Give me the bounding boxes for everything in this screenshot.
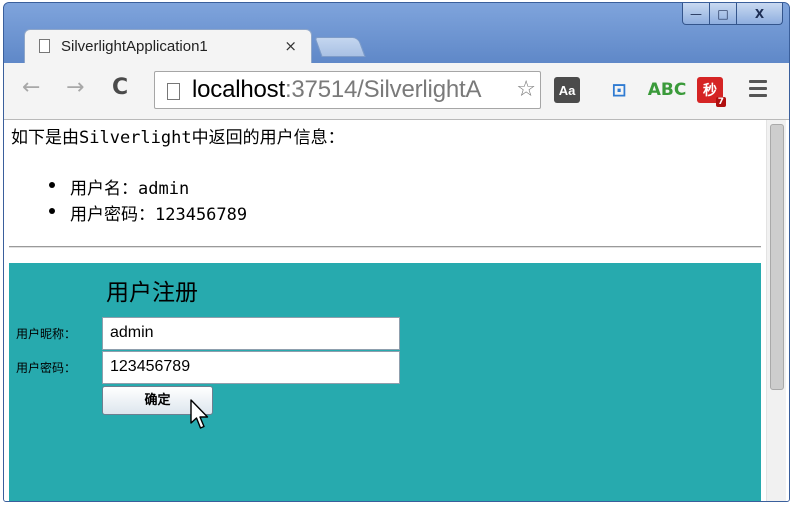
mouse-cursor-icon [190,399,209,429]
password-label: 用户密码： [16,361,77,375]
form-title: 用户注册 [106,280,198,306]
new-tab-button[interactable] [314,37,366,57]
intro-text: 如下是由Silverlight中返回的用户信息： [11,128,345,148]
url-host: localhost [192,76,285,103]
bookmark-star-icon[interactable]: ☆ [514,77,536,102]
minimize-button[interactable]: — [682,3,710,25]
browser-tab[interactable]: SilverlightApplication1 × [24,29,312,63]
url-text[interactable]: localhost:37514/SilverlightA [192,76,481,104]
browser-window: — □ X SilverlightApplication1 × ← → C lo… [3,2,790,502]
scrollbar-thumb[interactable] [770,124,784,390]
tab-close-icon[interactable]: × [284,37,297,55]
reload-icon[interactable]: C [112,77,128,99]
address-bar[interactable]: localhost:37514/SilverlightA ☆ [154,71,541,109]
forward-arrow-icon[interactable]: → [66,77,84,99]
menu-icon[interactable] [749,80,767,98]
list-item: 用户名：admin [46,174,247,200]
url-path: :37514/SilverlightA [284,76,482,103]
back-arrow-icon[interactable]: ← [22,77,40,99]
page-icon [39,39,50,53]
miao-label: 秒 [703,83,717,99]
web-page: 如下是由Silverlight中返回的用户信息： 用户名：admin 用户密码：… [4,120,761,501]
list-item: 用户密码：123456789 [46,200,247,226]
vertical-scrollbar[interactable] [766,120,786,501]
reader-extension-icon[interactable]: Aa [554,77,580,103]
spellcheck-extension-icon[interactable]: ABC [648,77,687,103]
password-input[interactable]: 123456789 [102,351,400,384]
miao-badge: 7 [715,97,726,107]
divider [9,246,761,248]
nickname-input[interactable]: admin [102,317,400,350]
page-viewport: 如下是由Silverlight中返回的用户信息： 用户名：admin 用户密码：… [4,120,789,501]
close-window-button[interactable]: X [737,3,783,25]
screenshot-extension-icon[interactable]: ⊡ [606,77,632,103]
silverlight-plugin-area: 用户注册 用户昵称： admin 用户密码： 123456789 确定 [9,263,761,501]
miao-extension-icon[interactable]: 秒7 [697,77,726,107]
window-controls: — □ X [682,3,783,27]
nickname-label: 用户昵称： [16,327,77,341]
maximize-button[interactable]: □ [710,3,737,25]
browser-toolbar: ← → C localhost:37514/SilverlightA ☆ Aa … [4,63,789,120]
user-info-list: 用户名：admin 用户密码：123456789 [46,174,247,226]
title-bar: — □ X SilverlightApplication1 × [4,3,789,63]
page-icon [167,83,180,100]
tab-title: SilverlightApplication1 [61,38,208,55]
